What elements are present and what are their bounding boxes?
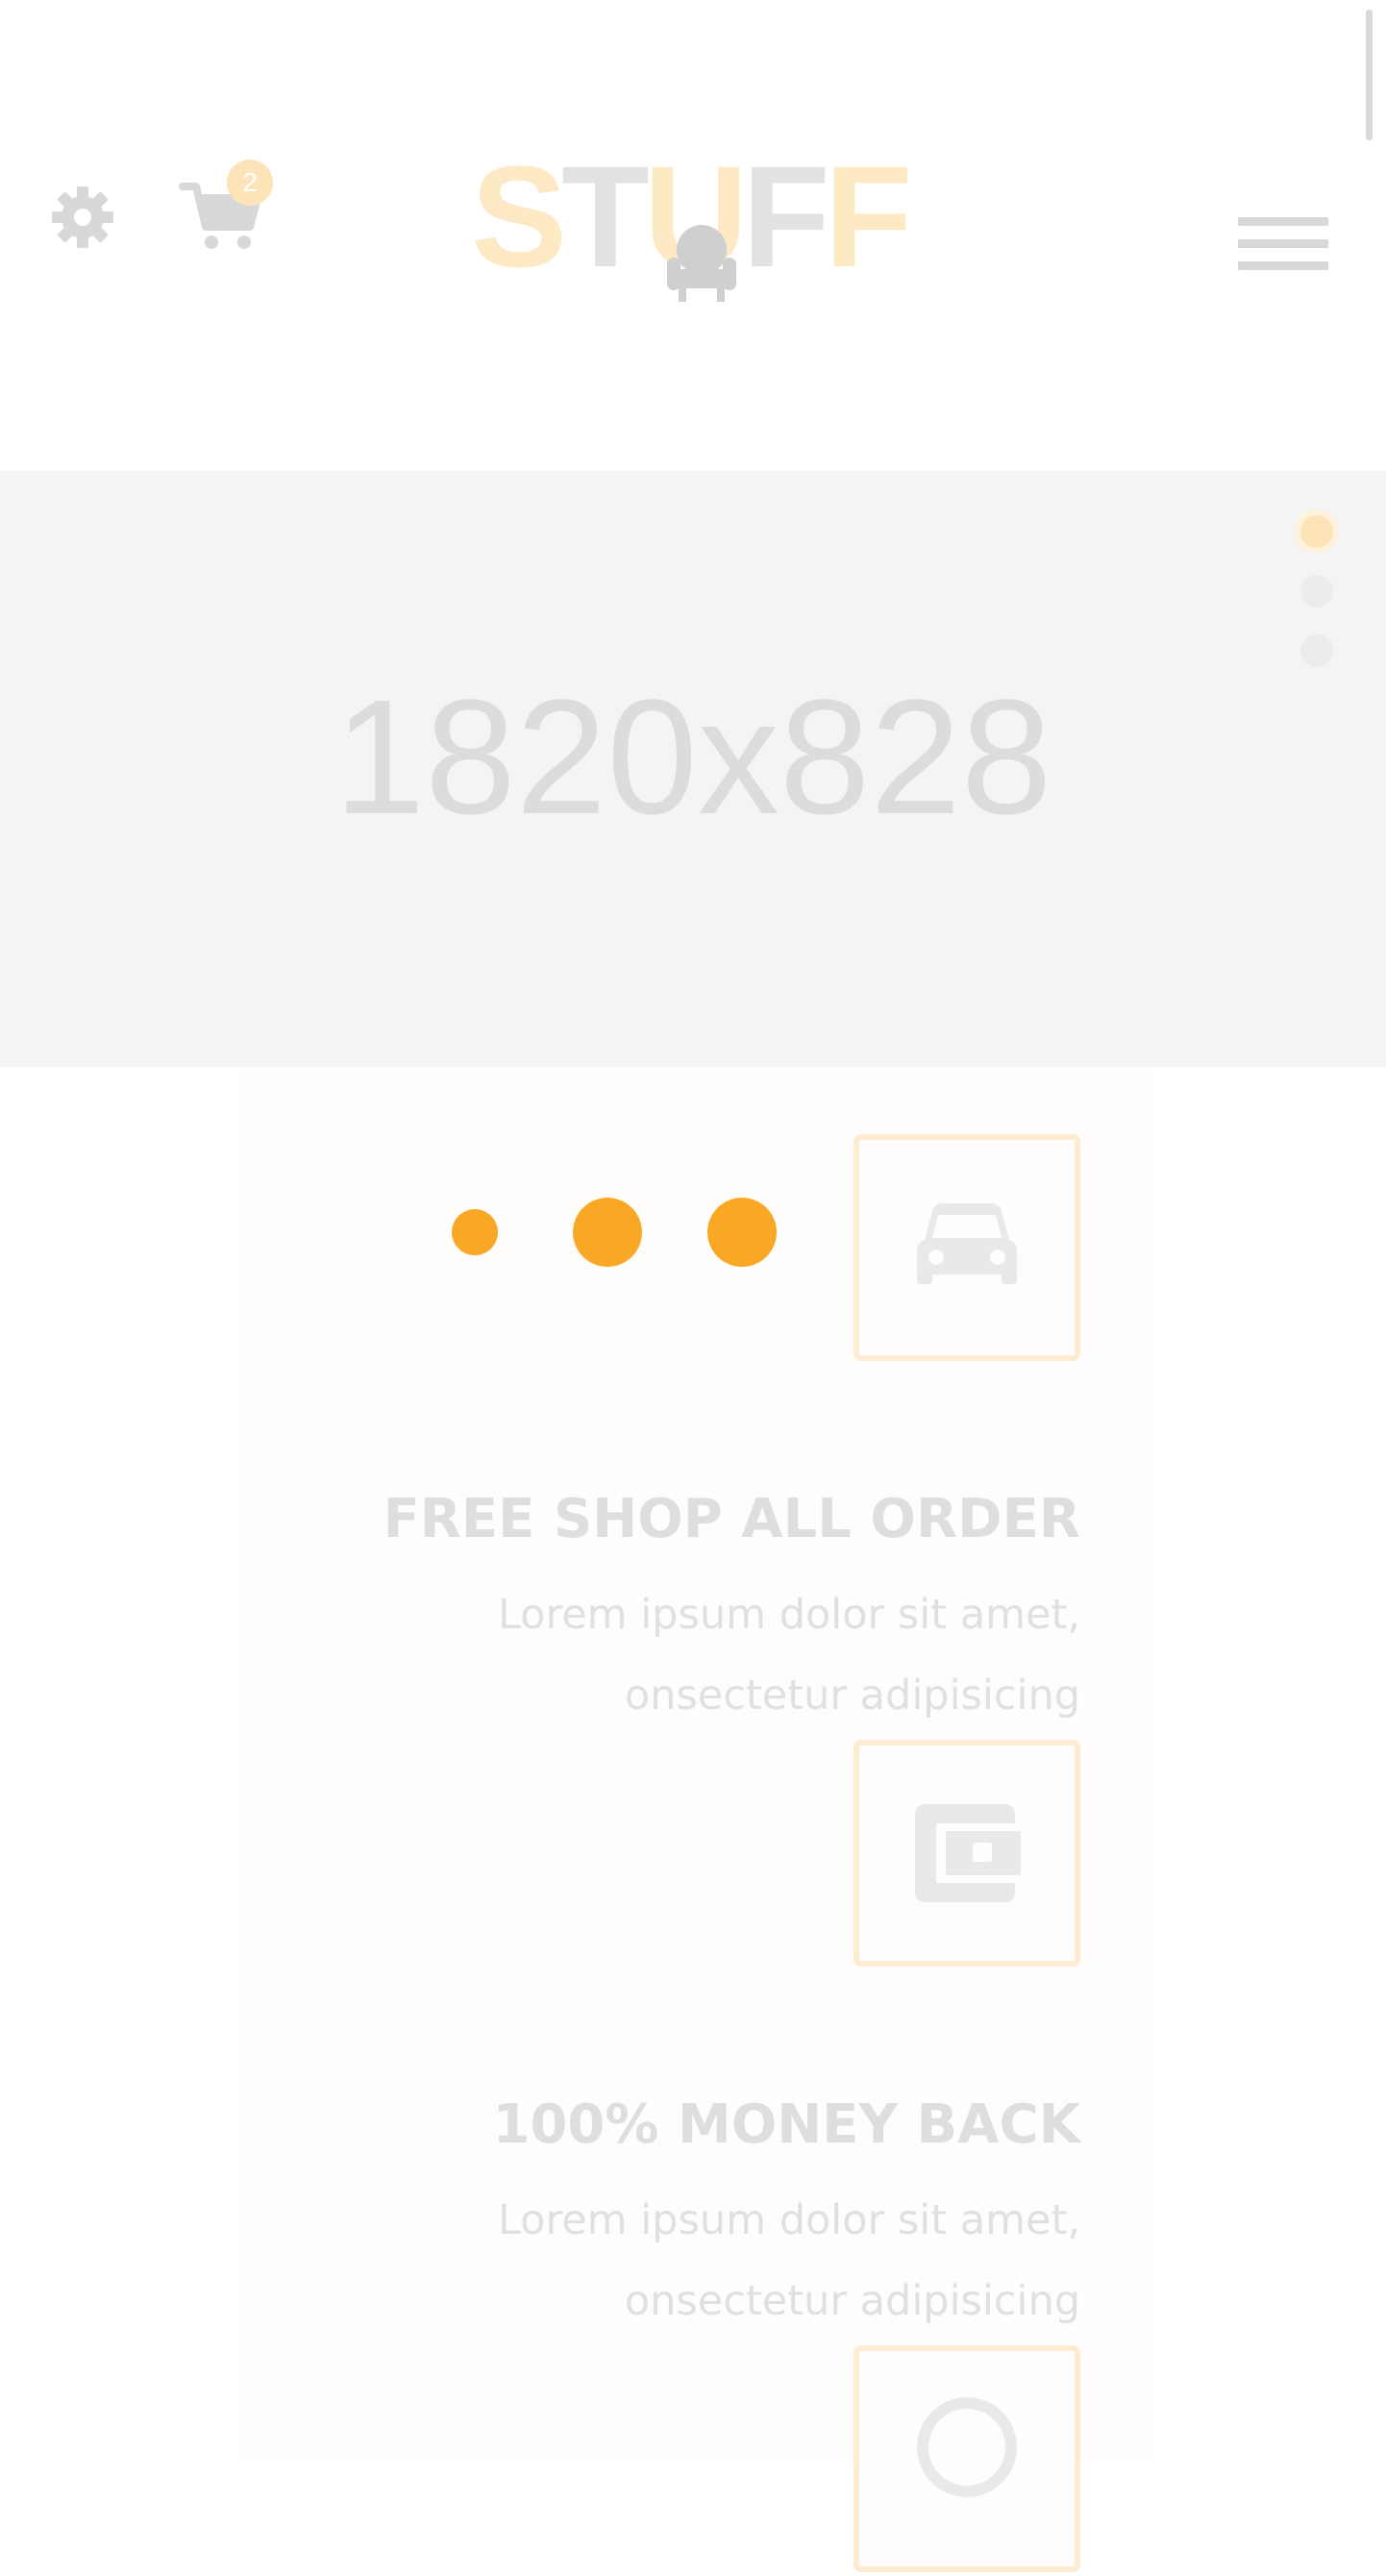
gear-icon[interactable]: [48, 183, 117, 252]
feature-description: Lorem ipsum dolor sit amet, onsectetur a…: [497, 2196, 1080, 2325]
loading-dot: [707, 1198, 777, 1267]
feature-icon-box: [854, 1740, 1080, 1967]
support-icon: [917, 2397, 1017, 2497]
feature-title: 100% MONEY BACK: [492, 2093, 1080, 2156]
loading-indicator: [448, 1194, 794, 1271]
feature-item: [408, 2345, 1080, 2576]
feature-icon-box: [854, 1134, 1080, 1361]
features-section: FREE SHOP ALL ORDER Lorem ipsum dolor si…: [238, 1067, 1151, 2572]
feature-title: FREE SHOP ALL ORDER: [383, 1488, 1080, 1550]
slider-dot-3[interactable]: [1300, 634, 1333, 667]
slider-pagination: [1288, 515, 1346, 694]
hero-slider: 1820x828: [0, 471, 1386, 1067]
feature-item: 100% MONEY BACK Lorem ipsum dolor sit am…: [408, 1740, 1080, 2355]
scroll-indicator[interactable]: [1366, 10, 1373, 140]
slider-dot-1[interactable]: [1300, 515, 1333, 548]
loading-dot: [573, 1198, 642, 1267]
loading-dot: [452, 1209, 498, 1255]
hamburger-menu-icon[interactable]: [1238, 217, 1328, 281]
wallet-icon: [915, 1804, 1021, 1902]
site-header: 2 STUFF: [0, 0, 1386, 471]
feature-description: Lorem ipsum dolor sit amet, onsectetur a…: [497, 1591, 1080, 1720]
slider-placeholder-text: 1820x828: [334, 666, 1052, 849]
slider-dot-2[interactable]: [1300, 575, 1333, 607]
site-logo[interactable]: STUFF: [471, 144, 913, 312]
armchair-icon: [661, 221, 742, 304]
car-icon: [917, 1203, 1017, 1284]
cart-count-badge: 2: [227, 160, 273, 206]
feature-icon-box: [854, 2345, 1080, 2572]
